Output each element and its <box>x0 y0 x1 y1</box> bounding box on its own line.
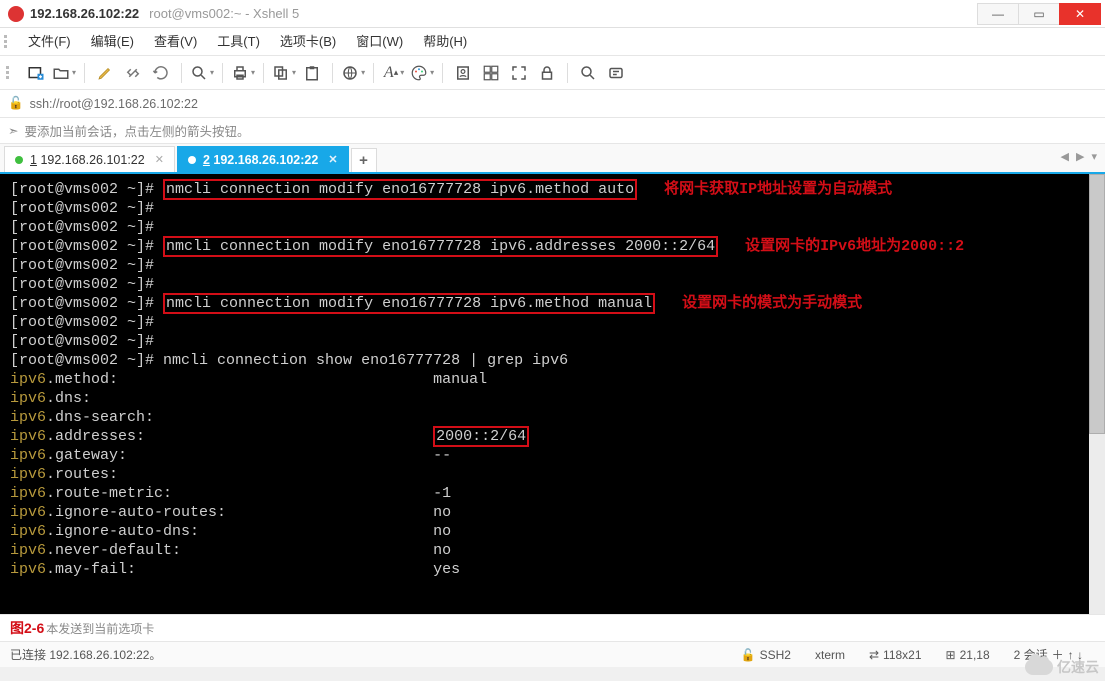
paste-icon[interactable] <box>300 61 324 85</box>
status-term: xterm <box>803 648 857 662</box>
tab-scrollers[interactable]: ◀ ▶ ▾ <box>1060 150 1099 163</box>
close-button[interactable]: ✕ <box>1059 3 1101 25</box>
highlight-box: nmcli connection modify eno16777728 ipv6… <box>163 236 718 257</box>
menu-tab[interactable]: 选项卡(B) <box>270 29 346 55</box>
menu-help[interactable]: 帮助(H) <box>413 29 477 55</box>
open-icon[interactable]: ▾ <box>52 61 76 85</box>
tool-bar: ▾ ▾ ▾ ▾ ▾ A▴▾ ▾ <box>0 56 1105 90</box>
terminal-panel: [root@vms002 ~]# nmcli connection modify… <box>0 174 1105 614</box>
sendall-icon[interactable] <box>479 61 503 85</box>
status-bar: 已连接 192.168.26.102:22。 🔓SSH2 xterm ⇄118x… <box>0 642 1105 667</box>
annotation: 将网卡获取IP地址设置为自动模式 <box>664 181 892 198</box>
address-url[interactable]: ssh://root@192.168.26.102:22 <box>30 97 198 111</box>
search-icon[interactable]: ▾ <box>190 61 214 85</box>
annotation: 设置网卡的IPv6地址为2000::2 <box>745 238 964 255</box>
addressbook-icon[interactable] <box>451 61 475 85</box>
print-icon[interactable]: ▾ <box>231 61 255 85</box>
menu-bar: 文件(F) 编辑(E) 查看(V) 工具(T) 选项卡(B) 窗口(W) 帮助(… <box>0 28 1105 56</box>
font-icon[interactable]: A▴▾ <box>382 61 406 85</box>
lock-icon: 🔓 <box>741 648 756 662</box>
hint-text: 要添加当前会话，点击左侧的箭头按钮。 <box>24 121 249 140</box>
fullscreen-icon[interactable] <box>507 61 531 85</box>
session-tab-1[interactable]: 1 1 192.168.26.101:22192.168.26.101:22 ✕ <box>4 146 175 172</box>
size-icon: ⇄ <box>869 648 879 662</box>
highlight-box: 2000::2/64 <box>433 426 529 447</box>
command-input-bar[interactable]: 图2-6 本发送到当前选项卡 <box>0 614 1105 642</box>
title-bar: 192.168.26.102:22 root@vms002:~ - Xshell… <box>0 0 1105 28</box>
annotation: 设置网卡的模式为手动模式 <box>682 295 862 312</box>
window-title-host: 192.168.26.102:22 <box>30 6 139 21</box>
zoom-icon[interactable] <box>576 61 600 85</box>
highlight-box: nmcli connection modify eno16777728 ipv6… <box>163 179 637 200</box>
disconnect-icon[interactable] <box>121 61 145 85</box>
macro-icon[interactable] <box>604 61 628 85</box>
grid-icon: ⊞ <box>946 648 956 662</box>
separator <box>263 63 264 83</box>
separator <box>332 63 333 83</box>
menu-view[interactable]: 查看(V) <box>144 29 207 55</box>
new-tab-button[interactable]: + <box>351 148 377 172</box>
terminal[interactable]: [root@vms002 ~]# nmcli connection modify… <box>0 174 1105 614</box>
status-pos: ⊞21,18 <box>934 648 1002 662</box>
menu-window[interactable]: 窗口(W) <box>346 29 413 55</box>
menu-edit[interactable]: 编辑(E) <box>81 29 144 55</box>
cloud-icon <box>1025 659 1053 675</box>
menu-tools[interactable]: 工具(T) <box>207 29 270 55</box>
status-connection: 已连接 192.168.26.102:22。 <box>10 646 161 663</box>
menu-file[interactable]: 文件(F) <box>18 29 81 55</box>
command-placeholder: 本发送到当前选项卡 <box>46 620 154 637</box>
maximize-button[interactable]: ▭ <box>1018 3 1060 25</box>
toolbar-grip[interactable] <box>6 66 14 79</box>
watermark: 亿速云 <box>1025 657 1099 677</box>
status-dot-icon <box>188 156 196 164</box>
window-controls: — ▭ ✕ <box>978 3 1101 25</box>
window-title-sub: root@vms002:~ - Xshell 5 <box>149 6 299 21</box>
palette-icon[interactable]: ▾ <box>410 61 434 85</box>
copy-icon[interactable]: ▾ <box>272 61 296 85</box>
separator <box>373 63 374 83</box>
hint-bar: ➣ 要添加当前会话，点击左侧的箭头按钮。 <box>0 118 1105 144</box>
highlight-box: nmcli connection modify eno16777728 ipv6… <box>163 293 655 314</box>
separator <box>567 63 568 83</box>
session-tab-2[interactable]: 2 192.168.26.102:222 192.168.26.102:22 ✕ <box>177 146 349 172</box>
figure-label: 图2-6 <box>10 618 44 638</box>
edit-icon[interactable] <box>93 61 117 85</box>
status-size: ⇄118x21 <box>857 648 934 662</box>
lock-icon[interactable] <box>535 61 559 85</box>
hint-arrow-icon[interactable]: ➣ <box>8 123 18 138</box>
minimize-button[interactable]: — <box>977 3 1019 25</box>
tab-label: 2 192.168.26.102:222 192.168.26.102:22 <box>203 153 318 167</box>
separator <box>222 63 223 83</box>
separator <box>181 63 182 83</box>
app-icon <box>8 6 24 22</box>
scrollbar-thumb[interactable] <box>1089 174 1105 434</box>
status-ssh: 🔓SSH2 <box>729 648 803 662</box>
lock-icon: 🔓 <box>8 96 24 111</box>
menu-grip[interactable] <box>4 35 12 48</box>
tab-close-icon[interactable]: ✕ <box>328 153 337 166</box>
tab-label: 1 1 192.168.26.101:22192.168.26.101:22 <box>30 153 145 167</box>
address-bar: 🔓 ssh://root@192.168.26.102:22 <box>0 90 1105 118</box>
tab-close-icon[interactable]: ✕ <box>155 153 164 166</box>
globe-icon[interactable]: ▾ <box>341 61 365 85</box>
reconnect-icon[interactable] <box>149 61 173 85</box>
separator <box>84 63 85 83</box>
separator <box>442 63 443 83</box>
new-session-icon[interactable] <box>24 61 48 85</box>
status-dot-icon <box>15 156 23 164</box>
tab-strip: 1 1 192.168.26.101:22192.168.26.101:22 ✕… <box>0 144 1105 174</box>
